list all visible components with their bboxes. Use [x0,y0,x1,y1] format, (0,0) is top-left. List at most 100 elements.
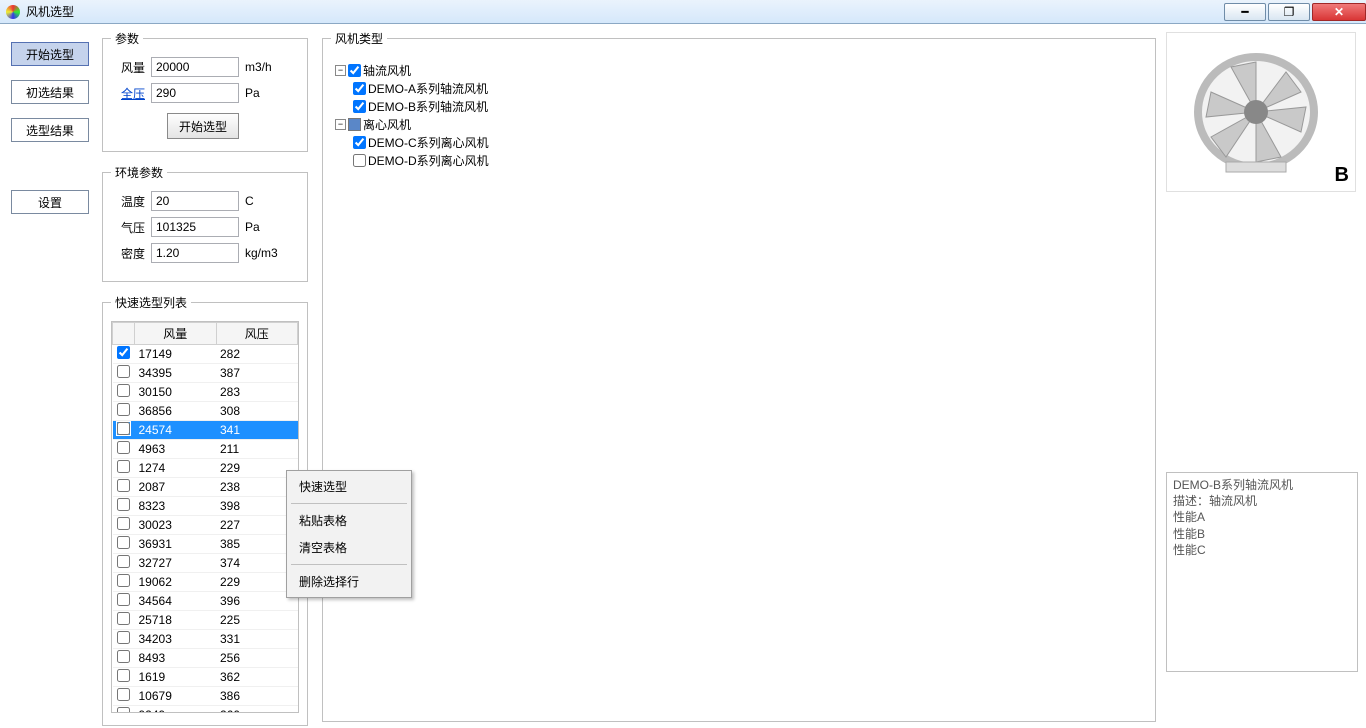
quicklist-table-wrap[interactable]: 风量 风压 1714928234395387301502833685630824… [111,321,299,713]
quicklist-legend: 快速选型列表 [111,294,191,311]
demo-b-label[interactable]: DEMO-B系列轴流风机 [368,98,488,115]
row-checkbox[interactable] [117,555,130,568]
demo-d-checkbox[interactable] [353,154,366,167]
ctx-clear-table[interactable]: 清空表格 [289,534,409,561]
table-row[interactable]: 19062229 [113,573,298,592]
table-row[interactable]: 1619362 [113,668,298,687]
pressure-input[interactable] [151,83,239,103]
density-unit: kg/m3 [245,246,285,260]
row-checkbox[interactable] [117,403,130,416]
minimize-button[interactable]: ━ [1224,3,1266,21]
row-checkbox[interactable] [117,384,130,397]
ctx-delete-row[interactable]: 删除选择行 [289,568,409,595]
ctx-quick-select[interactable]: 快速选型 [289,473,409,500]
row-checkbox[interactable] [117,498,130,511]
demo-d-label[interactable]: DEMO-D系列离心风机 [368,152,489,169]
row-checkbox[interactable] [117,517,130,530]
demo-c-label[interactable]: DEMO-C系列离心风机 [368,134,489,151]
temp-input[interactable] [151,191,239,211]
table-row[interactable]: 36931385 [113,535,298,554]
temp-label: 温度 [111,193,145,210]
table-row[interactable]: 36856308 [113,402,298,421]
row-checkbox[interactable] [117,346,130,359]
row-flow: 32727 [135,554,217,573]
table-row[interactable]: 10679386 [113,687,298,706]
col-check[interactable] [113,323,135,345]
row-press: 283 [216,383,298,402]
table-row[interactable]: 34564396 [113,592,298,611]
density-input[interactable] [151,243,239,263]
table-row[interactable]: 8493256 [113,649,298,668]
nav-prelim-button[interactable]: 初选结果 [11,80,89,104]
menu-separator [291,564,407,565]
table-row[interactable]: 34203331 [113,630,298,649]
window-title: 风机选型 [26,3,74,20]
titlebar: 风机选型 ━ ❐ ✕ [0,0,1366,24]
row-checkbox[interactable] [117,574,130,587]
row-checkbox[interactable] [117,707,130,713]
row-checkbox[interactable] [117,536,130,549]
density-label: 密度 [111,245,145,262]
row-press: 386 [216,687,298,706]
row-checkbox[interactable] [117,631,130,644]
maximize-button[interactable]: ❐ [1268,3,1310,21]
detail-perf-a: 性能A [1173,509,1351,525]
row-flow: 36856 [135,402,217,421]
table-row[interactable]: 30150283 [113,383,298,402]
table-row[interactable]: 9249260 [113,706,298,714]
table-row[interactable]: 24574341 [113,421,298,440]
nav-settings-button[interactable]: 设置 [11,190,89,214]
nav-sidebar: 开始选型 初选结果 选型结果 设置 [0,24,100,728]
table-row[interactable]: 32727374 [113,554,298,573]
row-flow: 2087 [135,478,217,497]
params-legend: 参数 [111,30,143,47]
row-press: 341 [216,421,298,440]
demo-b-checkbox[interactable] [353,100,366,113]
row-checkbox[interactable] [117,593,130,606]
row-checkbox[interactable] [117,612,130,625]
row-checkbox[interactable] [117,650,130,663]
context-menu: 快速选型 粘贴表格 清空表格 删除选择行 [286,470,412,598]
table-row[interactable]: 34395387 [113,364,298,383]
row-flow: 4963 [135,440,217,459]
col-press[interactable]: 风压 [216,323,298,345]
minimize-icon: ━ [1241,5,1248,19]
col-flow[interactable]: 风量 [135,323,217,345]
expander-icon[interactable]: − [335,65,346,76]
nav-result-button[interactable]: 选型结果 [11,118,89,142]
centrifugal-checkbox-mixed[interactable] [348,118,361,131]
demo-a-label[interactable]: DEMO-A系列轴流风机 [368,80,488,97]
table-row[interactable]: 25718225 [113,611,298,630]
expander-icon[interactable]: − [335,119,346,130]
row-checkbox[interactable] [117,688,130,701]
menu-separator [291,503,407,504]
table-row[interactable]: 17149282 [113,345,298,364]
start-selection-button[interactable]: 开始选型 [167,113,239,139]
demo-c-checkbox[interactable] [353,136,366,149]
row-press: 256 [216,649,298,668]
pressure-link[interactable]: 全压 [111,85,145,102]
row-checkbox[interactable] [117,460,130,473]
atm-label: 气压 [111,219,145,236]
close-button[interactable]: ✕ [1312,3,1366,21]
row-checkbox[interactable] [117,669,130,682]
row-checkbox[interactable] [117,422,130,435]
table-row[interactable]: 4963211 [113,440,298,459]
demo-a-checkbox[interactable] [353,82,366,95]
centrifugal-label[interactable]: 离心风机 [363,116,411,133]
close-icon: ✕ [1334,5,1344,19]
table-row[interactable]: 1274229 [113,459,298,478]
row-checkbox[interactable] [117,479,130,492]
row-checkbox[interactable] [117,365,130,378]
ctx-paste-table[interactable]: 粘贴表格 [289,507,409,534]
table-row[interactable]: 30023227 [113,516,298,535]
nav-start-button[interactable]: 开始选型 [11,42,89,66]
row-press: 387 [216,364,298,383]
flow-input[interactable] [151,57,239,77]
atm-input[interactable] [151,217,239,237]
row-checkbox[interactable] [117,441,130,454]
table-row[interactable]: 2087238 [113,478,298,497]
axial-label[interactable]: 轴流风机 [363,62,411,79]
table-row[interactable]: 8323398 [113,497,298,516]
axial-checkbox[interactable] [348,64,361,77]
